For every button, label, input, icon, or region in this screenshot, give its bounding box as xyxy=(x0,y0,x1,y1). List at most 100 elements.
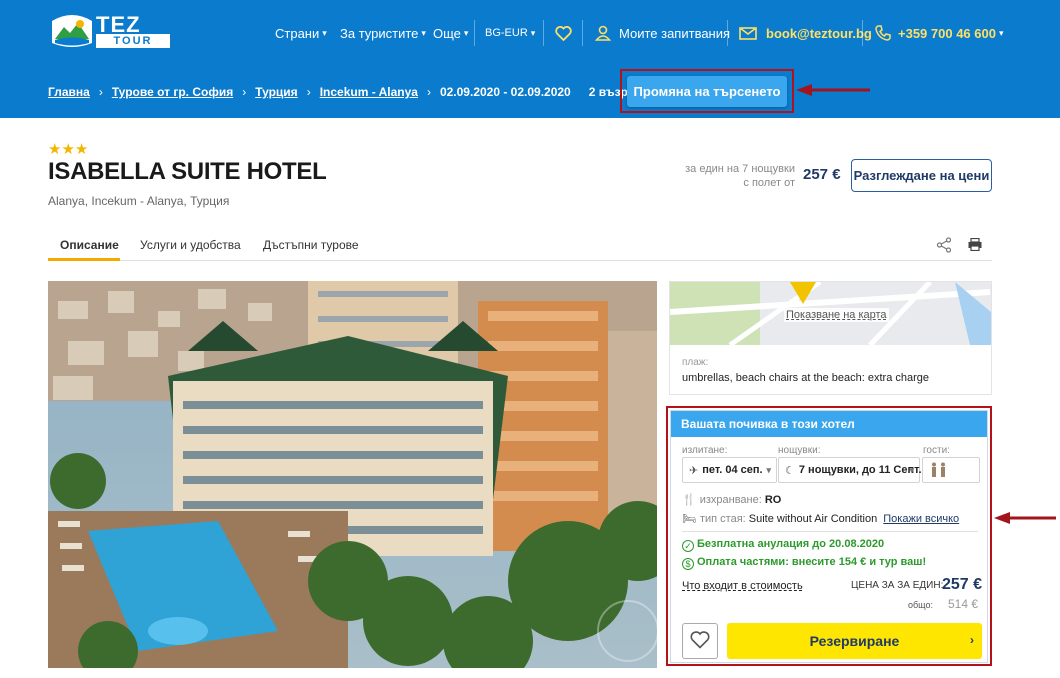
nav-more[interactable]: Още ▾ xyxy=(433,24,468,42)
nav-tourists-label: За туристите xyxy=(340,25,419,41)
hotel-title: ISABELLA SUITE HOTEL xyxy=(48,158,327,185)
chevron-down-icon: ▾ xyxy=(998,27,1004,38)
phone-link[interactable]: +359 700 46 600 ▾ xyxy=(875,24,1004,42)
nav-currency[interactable]: BG-EUR ▾ xyxy=(485,24,535,42)
star-rating: ★★★ xyxy=(48,141,89,158)
guests-select[interactable] xyxy=(922,457,980,483)
active-tab-indicator xyxy=(48,258,120,261)
chevron-right-icon: › xyxy=(426,85,431,99)
room-value: Suite without Air Condition xyxy=(748,513,878,525)
logo-mark-icon xyxy=(52,15,92,47)
nav-countries[interactable]: Страни ▾ xyxy=(275,24,327,42)
nav-more-label: Още xyxy=(433,25,461,41)
divider xyxy=(682,531,978,532)
heart-icon xyxy=(690,630,710,649)
change-search-button[interactable]: Промяна на търсенето xyxy=(627,76,787,107)
nav-tourists[interactable]: За туристите ▾ xyxy=(340,24,426,42)
price-note-line1: за един на 7 нощувки xyxy=(685,163,795,175)
my-requests-label: Моите запитвания xyxy=(619,25,731,41)
tab-services[interactable]: Услуги и удобства xyxy=(140,238,241,252)
free-cancel-text: Безплатна анулация до 20.08.2020 xyxy=(697,538,885,550)
breadcrumb-country[interactable]: Турция xyxy=(255,85,297,99)
nights-select[interactable]: ☾ 7 нощувки, до 11 Септ. ▾ xyxy=(778,457,922,483)
nav-currency-label: BG-EUR xyxy=(485,27,528,39)
beach-value: umbrellas, beach chairs at the beach: ex… xyxy=(682,372,930,384)
chevron-down-icon: ▾ xyxy=(766,465,771,475)
map-card: Показване на карта плаж: umbrellas, beac… xyxy=(669,281,992,395)
view-prices-button[interactable]: Разглеждане на цени xyxy=(851,159,992,192)
chevron-down-icon: ▾ xyxy=(530,27,536,38)
price-note: за един на 7 нощувки с полет от xyxy=(660,162,795,190)
show-on-map-link[interactable]: Показване на карта xyxy=(784,308,889,322)
total-label: общо: xyxy=(908,600,933,610)
nav-countries-label: Страни xyxy=(275,25,320,41)
chevron-right-icon: › xyxy=(970,633,974,647)
my-requests-link[interactable]: Моите запитвания xyxy=(595,24,730,42)
user-icon xyxy=(595,25,611,41)
breadcrumb-home[interactable]: Главна xyxy=(48,85,90,99)
chevron-down-icon: ▾ xyxy=(909,465,914,475)
tab-tours[interactable]: Дъстъпни турове xyxy=(263,238,359,252)
nights-value: 7 нощувки, до 11 Септ. xyxy=(798,464,922,476)
reserve-button[interactable]: Резервиране › xyxy=(727,623,982,659)
departure-value: пет. 04 сеп. xyxy=(702,464,763,476)
logo-text: TEZ xyxy=(96,12,141,37)
annotation-arrow-icon xyxy=(796,84,870,96)
beach-label: плаж: xyxy=(682,357,709,368)
email-label: book@teztour.bg xyxy=(766,25,872,41)
reserve-label: Резервиране xyxy=(809,633,900,649)
meal-label: изхранване: xyxy=(699,494,762,506)
plane-icon: ✈ xyxy=(689,464,699,477)
logo-subtext: TOUR xyxy=(96,34,170,48)
print-icon[interactable] xyxy=(968,238,982,251)
chevron-down-icon: ▾ xyxy=(463,27,469,38)
hotel-price: 257 € xyxy=(803,166,841,183)
nights-label: нощувки: xyxy=(778,445,821,456)
guests-icon xyxy=(932,462,945,477)
breadcrumb-dates: 02.09.2020 - 02.09.2020 xyxy=(439,85,571,99)
tez-tour-logo[interactable]: TEZ TOUR xyxy=(50,13,172,49)
nav-divider xyxy=(727,20,728,46)
bed-icon: 🛏 xyxy=(682,513,696,525)
heart-icon xyxy=(555,25,572,41)
email-link[interactable]: book@teztour.bg xyxy=(739,24,872,42)
chevron-right-icon: › xyxy=(242,85,247,99)
meal-row: 🍴 изхранване: RO xyxy=(682,493,781,506)
hotel-photo-image xyxy=(48,281,657,668)
mail-icon xyxy=(739,26,757,40)
map-preview[interactable]: Показване на карта xyxy=(670,282,991,345)
cutlery-icon: 🍴 xyxy=(682,494,696,506)
installments-text: Оплата частями: внесите 154 € и тур ваш! xyxy=(697,556,927,568)
room-row: 🛏 тип стая: Suite without Air Condition П… xyxy=(682,512,959,525)
phone-label: +359 700 46 600 xyxy=(898,25,996,41)
departure-label: излитане: xyxy=(682,445,728,456)
hotel-photo[interactable] xyxy=(48,281,657,668)
booking-widget: Вашата почивка в този хотел излитане: ✈ … xyxy=(670,410,988,663)
chevron-right-icon: › xyxy=(98,85,103,99)
chevron-down-icon: ▾ xyxy=(322,27,327,38)
price-per-label: ЦЕНА ЗА ЗА ЕДИН: xyxy=(851,580,944,591)
hotel-tabs: Описание Услуги и удобства Дъстъпни туро… xyxy=(48,233,992,261)
share-icon[interactable] xyxy=(936,237,952,253)
annotation-arrow-icon xyxy=(994,512,1056,524)
favorite-button[interactable] xyxy=(682,623,718,659)
favorites-link[interactable] xyxy=(555,24,572,42)
nav-divider xyxy=(862,20,863,46)
nav-divider xyxy=(582,20,583,46)
breadcrumb-region[interactable]: Incekum - Alanya xyxy=(320,85,418,99)
booking-title: Вашата почивка в този хотел xyxy=(671,411,987,437)
meal-value: RO xyxy=(764,494,782,506)
chevron-down-icon: ▾ xyxy=(421,27,426,38)
dollar-icon: $ xyxy=(682,558,694,570)
included-link[interactable]: Что входит в стоимость xyxy=(682,580,803,592)
price-per-value: 257 € xyxy=(942,576,983,593)
departure-select[interactable]: ✈ пет. 04 сеп. ▾ xyxy=(682,457,777,483)
breadcrumb: Главна › Турове от гр. София › Турция › … xyxy=(48,84,662,100)
nav-divider xyxy=(474,20,475,46)
breadcrumb-tours[interactable]: Турове от гр. София xyxy=(112,85,233,99)
show-all-link[interactable]: Покажи всичко xyxy=(883,513,959,525)
installments-row: $ Оплата частями: внесите 154 € и тур ваш… xyxy=(682,556,926,570)
tab-description[interactable]: Описание xyxy=(60,238,119,252)
hotel-location: Alanya, Incekum - Alanya, Турция xyxy=(48,194,230,208)
phone-icon xyxy=(875,25,891,41)
